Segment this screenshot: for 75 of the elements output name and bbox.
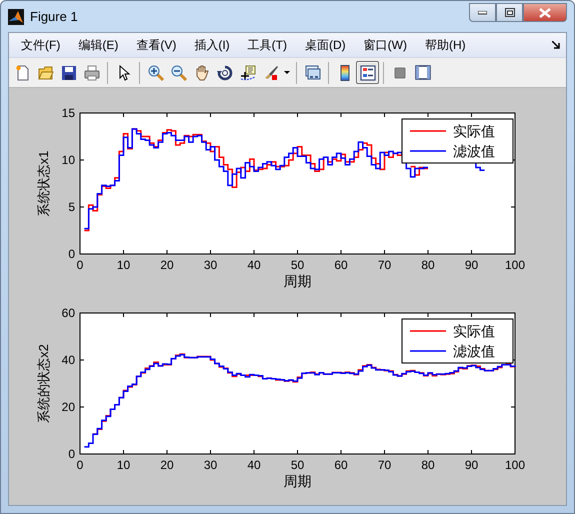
tick-label: 30: [204, 258, 218, 272]
caret-icon: [283, 71, 291, 74]
legend-label: 实际值: [453, 323, 495, 339]
menu-item[interactable]: 工具(T): [240, 36, 295, 54]
brush-icon: [262, 64, 278, 80]
legend-line: [410, 150, 446, 152]
menu-item[interactable]: 窗口(W): [356, 36, 415, 54]
legend-line: [410, 130, 446, 132]
x-axis-label: 周期: [284, 273, 312, 289]
data-cursor-icon: [240, 64, 256, 80]
hand-icon: [194, 64, 210, 80]
maximize-button[interactable]: [496, 3, 523, 22]
menu-item[interactable]: 帮助(H): [416, 36, 474, 54]
menu-item[interactable]: 插入(I): [186, 36, 238, 54]
tick-label: 70: [378, 258, 392, 272]
tick-label: 5: [68, 200, 75, 214]
link-icon: [304, 64, 320, 80]
new-file-icon: [14, 64, 30, 80]
legend-label: 滤波值: [453, 343, 495, 359]
close-button[interactable]: [523, 3, 567, 22]
app-logo-icon: [8, 8, 24, 24]
y-axis-label: 系统状态x1: [36, 150, 51, 216]
tick-label: 100: [504, 458, 526, 472]
legend-button[interactable]: [356, 61, 379, 84]
legend-line: [410, 350, 446, 352]
tick-label: 60: [62, 306, 75, 320]
minimize-icon: [478, 10, 487, 14]
tick-label: 0: [76, 458, 84, 472]
menu-item[interactable]: 编辑(E): [70, 36, 126, 54]
x-axis-label: 周期: [284, 473, 312, 489]
menu-item[interactable]: 查看(V): [128, 36, 184, 54]
rotate-icon: [216, 64, 232, 80]
tick-label: 10: [62, 153, 75, 167]
tick-label: 80: [421, 258, 435, 272]
window-icon: [414, 64, 430, 80]
tick-label: 40: [247, 258, 261, 272]
y-axis-label: 系统的状态x2: [36, 344, 51, 423]
tick-label: 40: [247, 458, 261, 472]
tick-label: 30: [204, 458, 218, 472]
tick-label: 0: [68, 447, 75, 461]
legend-label: 实际值: [453, 123, 495, 139]
restore-icon: [504, 8, 514, 17]
legend-label: 滤波值: [453, 143, 495, 159]
tick-label: 0: [68, 247, 75, 261]
tick-label: 100: [504, 258, 526, 272]
tick-label: 60: [334, 258, 348, 272]
close-icon: [539, 8, 551, 18]
zoom-in-icon: [148, 64, 164, 80]
tick-label: 70: [378, 458, 392, 472]
menu-item[interactable]: 文件(F): [13, 36, 68, 54]
menu-item[interactable]: 桌面(D): [296, 36, 354, 54]
save-icon: [60, 64, 76, 80]
legend-icon: [360, 64, 376, 80]
tick-label: 10: [116, 258, 130, 272]
square-icon: [392, 64, 408, 80]
tick-label: 20: [160, 458, 174, 472]
print-icon: [84, 64, 100, 80]
tick-label: 40: [62, 353, 75, 367]
tick-label: 90: [464, 458, 478, 472]
window-title: Figure 1: [30, 8, 78, 26]
tick-label: 50: [290, 258, 304, 272]
tick-label: 15: [62, 106, 75, 120]
tick-label: 90: [464, 258, 478, 272]
legend-line: [410, 330, 446, 332]
tick-label: 20: [160, 258, 174, 272]
open-folder-icon: [38, 64, 54, 80]
tick-label: 20: [62, 400, 75, 414]
dock-arrow-icon[interactable]: [552, 41, 560, 49]
tick-label: 60: [334, 458, 348, 472]
tick-label: 80: [421, 458, 435, 472]
tick-label: 0: [76, 258, 84, 272]
minimize-button[interactable]: [469, 3, 496, 22]
zoom-out-icon: [170, 64, 186, 80]
tick-label: 10: [116, 458, 130, 472]
tick-label: 50: [290, 458, 304, 472]
